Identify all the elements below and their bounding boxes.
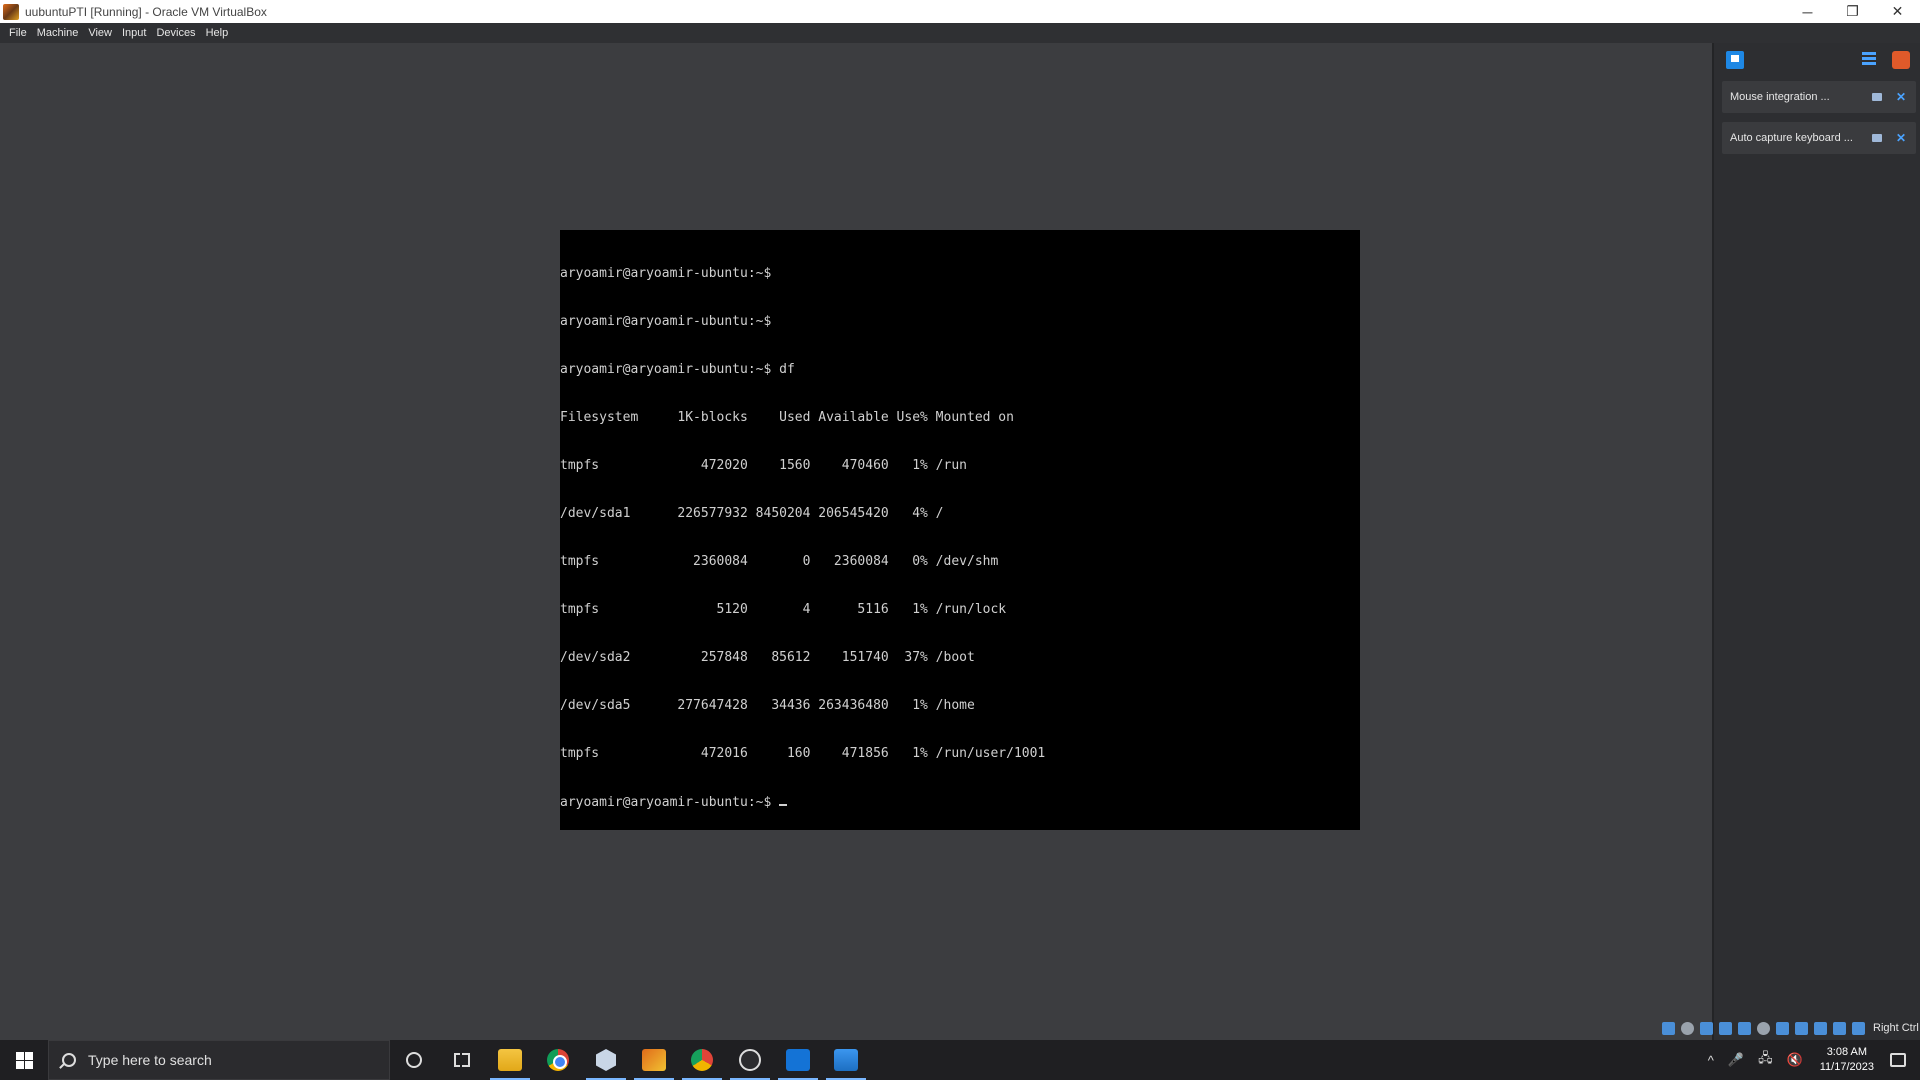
windows-taskbar: Type here to search ^ 🎤 🖧 🔇 3:08 AM 11/1… (0, 1040, 1920, 1080)
minimize-button[interactable]: ─ (1785, 0, 1830, 23)
terminal-line: /dev/sda1 226577932 8450204 206545420 4%… (560, 506, 944, 521)
start-button[interactable] (0, 1040, 48, 1080)
cortana-button[interactable] (390, 1040, 438, 1080)
expand-icon[interactable] (1871, 134, 1882, 142)
terminal-line: aryoamir@aryoamir-ubuntu:~$ (560, 266, 772, 281)
sort-icon[interactable] (1862, 52, 1876, 68)
task-view-button[interactable] (438, 1040, 486, 1080)
system-tray: ^ 🎤 🖧 🔇 3:08 AM 11/17/2023 (1701, 1040, 1920, 1080)
chrome-profile-icon (691, 1049, 713, 1071)
terminal-line: aryoamir@aryoamir-ubuntu:~$ df (560, 362, 795, 377)
menu-file[interactable]: File (5, 23, 33, 43)
shared-folders-icon[interactable] (1757, 1021, 1770, 1035)
notification-auto-capture[interactable]: Auto capture keyboard ... ✕ (1722, 122, 1916, 154)
taskbar-clock[interactable]: 3:08 AM 11/17/2023 (1820, 1045, 1874, 1075)
terminal-line: tmpfs 5120 4 5116 1% /run/lock (560, 602, 1007, 617)
guest-terminal[interactable]: aryoamir@aryoamir-ubuntu:~$ aryoamir@ary… (560, 230, 1360, 830)
chrome-icon (547, 1049, 569, 1071)
media-app-icon (786, 1049, 810, 1071)
restore-button[interactable]: ❐ (1830, 0, 1875, 23)
taskbar-search-box[interactable]: Type here to search (48, 1040, 390, 1080)
task-view-icon (454, 1051, 470, 1069)
volume-muted-icon[interactable]: 🔇 (1787, 1052, 1803, 1068)
search-placeholder: Type here to search (88, 1052, 212, 1068)
windows-logo-icon (15, 1051, 33, 1069)
virtualbox-manager-icon (596, 1049, 616, 1071)
terminal-line: tmpfs 2360084 0 2360084 0% /dev/shm (560, 554, 999, 569)
display-icon[interactable] (1776, 1021, 1789, 1035)
terminal-line: /dev/sda5 277647428 34436 263436480 1% /… (560, 698, 975, 713)
terminal-prompt-line: aryoamir@aryoamir-ubuntu:~$ (560, 794, 1360, 810)
menu-input[interactable]: Input (118, 23, 152, 43)
hard-disk-icon[interactable] (1662, 1021, 1675, 1035)
mouse-integration-icon[interactable] (1833, 1021, 1846, 1035)
taskbar-vm-window[interactable] (630, 1040, 678, 1080)
terminal-line: /dev/sda2 257848 85612 151740 37% /boot (560, 650, 975, 665)
clear-all-icon[interactable] (1892, 51, 1910, 69)
menu-bar: File Machine View Input Devices Help (0, 23, 1920, 43)
microphone-icon[interactable]: 🎤 (1728, 1052, 1744, 1068)
notification-text: Auto capture keyboard ... (1730, 132, 1853, 144)
taskbar-photos[interactable] (822, 1040, 870, 1080)
window-title: uubuntuPTI [Running] - Oracle VM Virtual… (25, 4, 267, 19)
close-icon[interactable]: ✕ (1896, 131, 1906, 145)
close-icon[interactable]: ✕ (1896, 90, 1906, 104)
taskbar-media-app[interactable] (774, 1040, 822, 1080)
pin-icon[interactable] (1726, 51, 1744, 69)
tray-chevron-icon[interactable]: ^ (1708, 1053, 1714, 1068)
vm-status-bar: Right Ctrl (1662, 1020, 1919, 1036)
clock-time: 3:08 AM (1826, 1046, 1868, 1058)
terminal-prompt: aryoamir@aryoamir-ubuntu:~$ (560, 795, 780, 810)
host-key-label[interactable]: Right Ctrl (1873, 1022, 1919, 1034)
audio-icon[interactable] (1700, 1021, 1713, 1035)
obs-icon (739, 1049, 761, 1071)
menu-devices[interactable]: Devices (152, 23, 201, 43)
virtualbox-icon (3, 3, 19, 20)
vm-display-area[interactable]: aryoamir@aryoamir-ubuntu:~$ aryoamir@ary… (0, 43, 1712, 1046)
taskbar-chrome[interactable] (534, 1040, 582, 1080)
taskbar-chrome-profile[interactable] (678, 1040, 726, 1080)
notification-center: Mouse integration ... ✕ Auto capture key… (1712, 43, 1920, 1046)
menu-help[interactable]: Help (202, 23, 235, 43)
clock-date: 11/17/2023 (1819, 1061, 1874, 1073)
notification-text: Mouse integration ... (1730, 91, 1830, 103)
cortana-icon (406, 1052, 422, 1068)
terminal-line: tmpfs 472020 1560 470460 1% /run (560, 458, 967, 473)
action-center-icon[interactable] (1890, 1053, 1906, 1067)
search-icon (62, 1053, 76, 1067)
terminal-line: tmpfs 472016 160 471856 1% /run/user/100… (560, 746, 1046, 761)
photos-icon (834, 1049, 858, 1071)
close-button[interactable]: ✕ (1875, 0, 1920, 23)
notification-toolbar (1714, 49, 1920, 73)
keyboard-icon[interactable] (1852, 1021, 1865, 1035)
window-title-bar: uubuntuPTI [Running] - Oracle VM Virtual… (0, 0, 1920, 23)
usb-icon[interactable] (1738, 1021, 1751, 1035)
expand-icon[interactable] (1871, 93, 1882, 101)
taskbar-virtualbox[interactable] (582, 1040, 630, 1080)
optical-drive-icon[interactable] (1681, 1021, 1694, 1035)
menu-machine[interactable]: Machine (33, 23, 85, 43)
terminal-line: aryoamir@aryoamir-ubuntu:~$ (560, 314, 772, 329)
recording-icon[interactable] (1795, 1021, 1808, 1035)
network-icon[interactable] (1719, 1021, 1732, 1035)
taskbar-obs[interactable] (726, 1040, 774, 1080)
notification-mouse-integration[interactable]: Mouse integration ... ✕ (1722, 81, 1916, 113)
taskbar-file-explorer[interactable] (486, 1040, 534, 1080)
network-status-icon[interactable]: 🖧 (1758, 1049, 1773, 1071)
window-controls: ─ ❐ ✕ (1785, 0, 1920, 23)
vm-window-icon (642, 1049, 666, 1071)
terminal-line: Filesystem 1K-blocks Used Available Use%… (560, 410, 1014, 425)
terminal-cursor (779, 794, 788, 806)
file-explorer-icon (498, 1049, 522, 1071)
menu-view[interactable]: View (84, 23, 118, 43)
cpu-icon[interactable] (1814, 1021, 1827, 1035)
